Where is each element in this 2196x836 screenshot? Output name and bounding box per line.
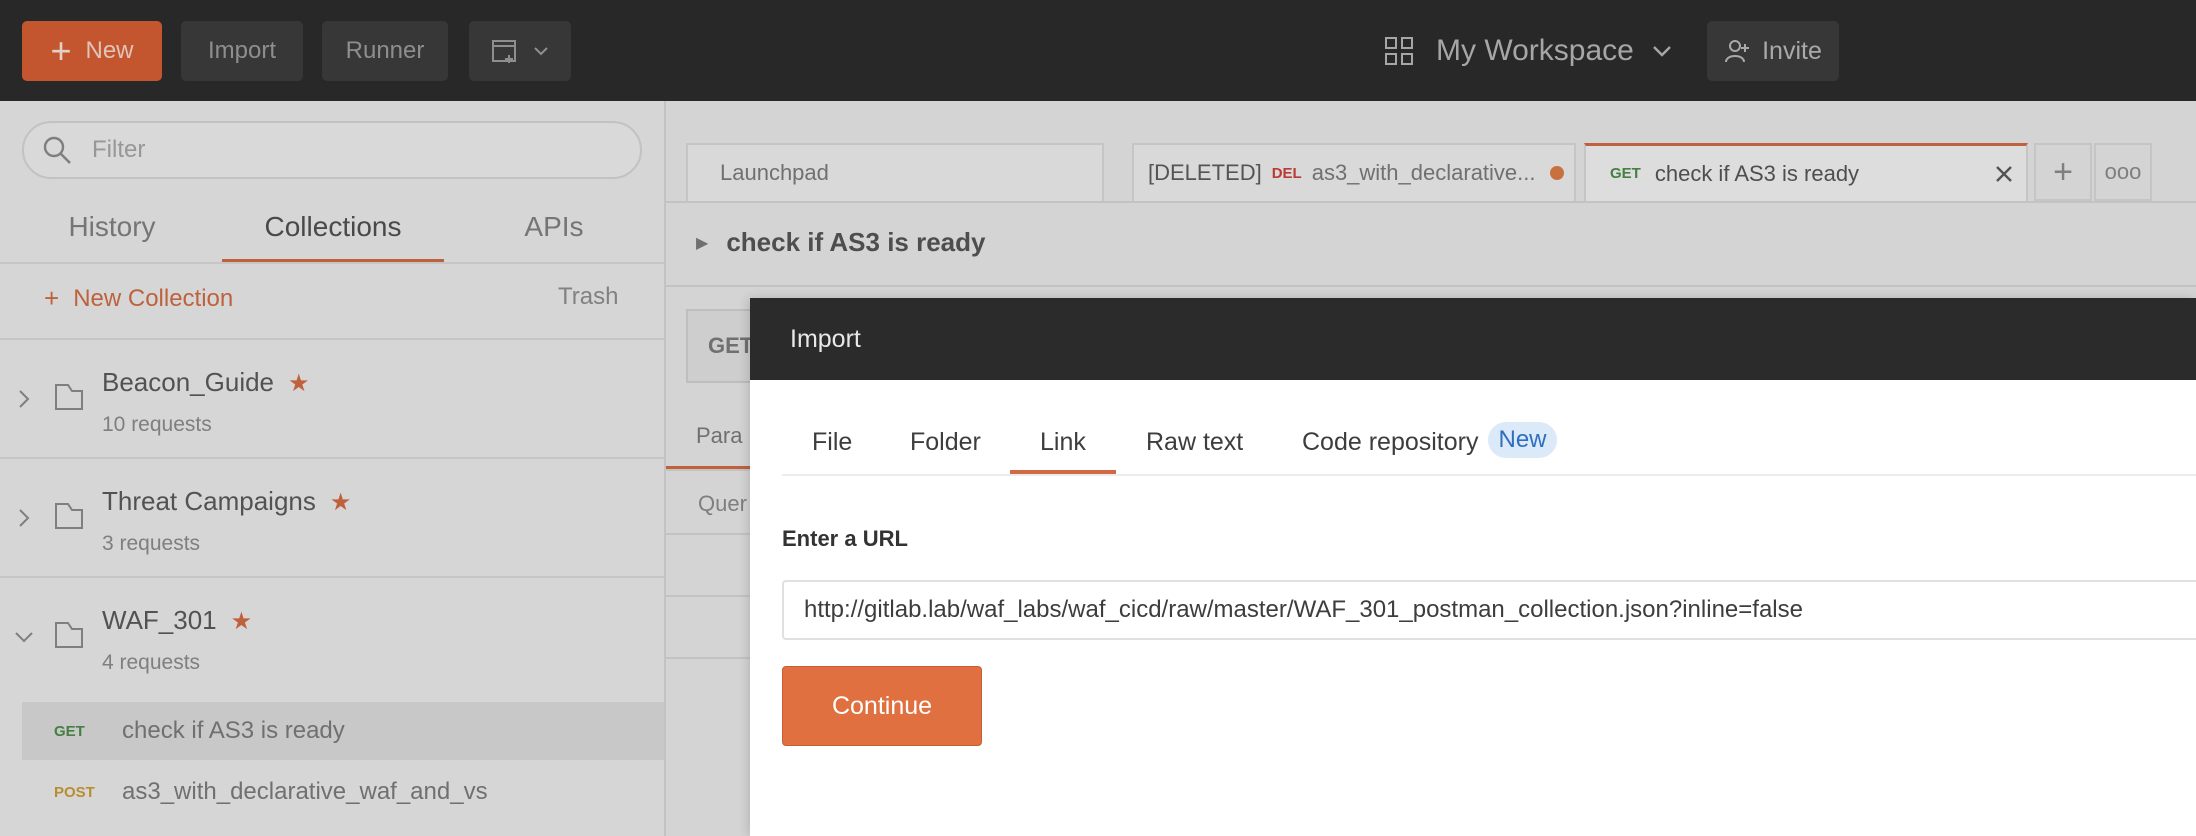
import-modal: Import File Folder Link Raw text Code re… (750, 298, 2196, 836)
url-field-label: Enter a URL (782, 526, 908, 551)
url-input[interactable] (782, 580, 2196, 640)
tab-label: Code repository (1302, 428, 1479, 456)
modal-header: Import (750, 298, 2196, 380)
tab-link[interactable]: Link (1040, 428, 1086, 476)
modal-title: Import (790, 324, 861, 353)
tab-raw-text[interactable]: Raw text (1146, 428, 1243, 476)
tab-code-repository[interactable]: Code repository New (1302, 422, 1557, 476)
divider (782, 474, 2196, 476)
tab-file[interactable]: File (812, 428, 852, 476)
tab-folder[interactable]: Folder (910, 428, 981, 476)
new-badge: New (1488, 422, 1557, 458)
continue-button[interactable]: Continue (782, 666, 982, 746)
